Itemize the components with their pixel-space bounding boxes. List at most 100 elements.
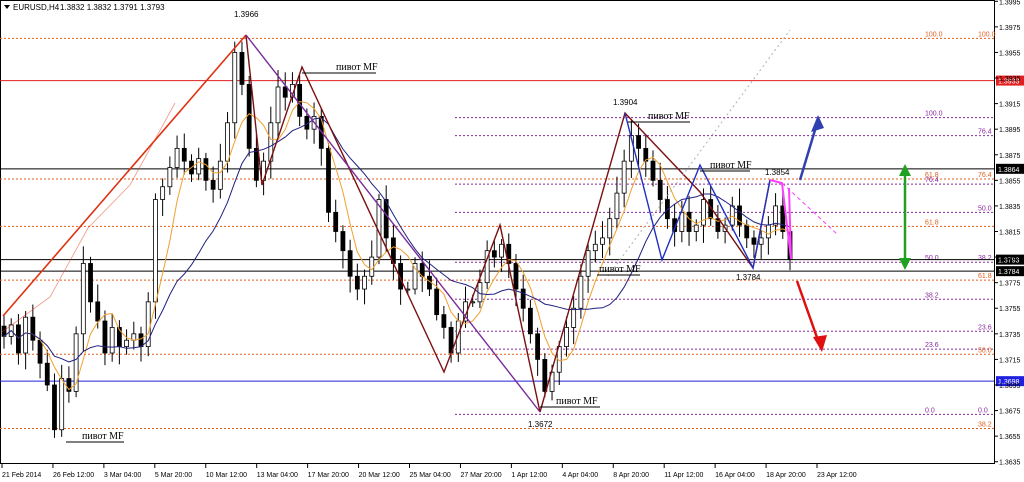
peak-label: 1.3966 bbox=[234, 10, 259, 19]
price-chart[interactable]: 100.0 100.0 100.0 76.4 61.8 76.4 76.4 50.0 61.8 5… bbox=[0, 0, 1024, 482]
x-tick-label: 20 Mar 12:00 bbox=[359, 472, 400, 479]
candle bbox=[246, 75, 252, 157]
fib-left-label: 76.4 bbox=[925, 177, 939, 184]
candle-body bbox=[607, 218, 613, 239]
y-tick-label: 1.3975 bbox=[999, 25, 1021, 32]
candle-body bbox=[30, 316, 36, 341]
fib-right-label: 76.4 bbox=[978, 129, 992, 136]
candle bbox=[326, 143, 331, 223]
candle-body bbox=[369, 256, 375, 277]
candle-body bbox=[326, 147, 331, 213]
fib-right-label: 38.2 bbox=[978, 421, 992, 428]
chart-header: EURUSD,H4 1.3832 1.3832 1.3791 1.3793 bbox=[4, 3, 165, 12]
candle-body bbox=[210, 179, 216, 190]
candle-body bbox=[275, 86, 281, 124]
candle-body bbox=[693, 224, 699, 232]
fib-right-label: 23.6 bbox=[978, 324, 992, 331]
candle-body bbox=[232, 52, 238, 124]
candle-body bbox=[657, 179, 663, 200]
x-tick-label: 1 Apr 12:00 bbox=[511, 472, 547, 479]
fib-right-label: 0.0 bbox=[978, 407, 988, 414]
x-tick-label: 11 Apr 12:00 bbox=[664, 472, 703, 479]
candle-body bbox=[621, 160, 627, 194]
candle-body bbox=[37, 339, 43, 364]
candle-body bbox=[44, 362, 50, 386]
fib-left-label: 100.0 bbox=[925, 111, 943, 118]
candle-body bbox=[765, 224, 771, 239]
chart-window[interactable]: 100.0 100.0 100.0 76.4 61.8 76.4 76.4 50.0 61.8 5… bbox=[0, 0, 1024, 482]
fib-right-label: 61.8 bbox=[978, 273, 992, 280]
y-tick-label: 1.3715 bbox=[999, 357, 1021, 364]
fib-left-label: 100.0 bbox=[925, 31, 943, 38]
candle-body bbox=[153, 199, 158, 303]
candle-body bbox=[362, 275, 367, 290]
candle-body bbox=[600, 237, 605, 245]
candle-body bbox=[167, 167, 173, 188]
y-tick-label: 1.3995 bbox=[999, 0, 1021, 6]
candle-body bbox=[196, 158, 202, 175]
candle-body bbox=[434, 288, 440, 316]
peak-label: 1.3854 bbox=[765, 168, 790, 177]
candle bbox=[145, 292, 151, 357]
candle-body bbox=[758, 237, 764, 245]
x-tick-label: 18 Apr 20:00 bbox=[766, 472, 806, 479]
candle-body bbox=[138, 333, 144, 348]
x-tick-label: 23 Apr 12:00 bbox=[817, 472, 857, 479]
fib-left-label: 0.0 bbox=[925, 407, 935, 414]
candle-body bbox=[203, 158, 209, 181]
fib-right-label: 50.0 bbox=[978, 205, 992, 212]
y-tick-label: 1.3935 bbox=[999, 76, 1021, 83]
candle-body bbox=[499, 243, 504, 258]
candle bbox=[73, 326, 79, 398]
candle-body bbox=[564, 327, 569, 348]
fib-left-label: 50.0 bbox=[925, 255, 939, 262]
pivot-label: пивот MF bbox=[336, 62, 378, 73]
candle-body bbox=[88, 263, 93, 303]
candle-body bbox=[340, 231, 346, 252]
candle-body bbox=[282, 86, 288, 98]
candle-body bbox=[578, 275, 584, 309]
fib-right-label: 100.0 bbox=[978, 31, 996, 38]
candle-body bbox=[23, 316, 29, 354]
candle-body bbox=[535, 333, 541, 360]
fib-right-label: 50.0 bbox=[978, 347, 992, 354]
candle-body bbox=[160, 186, 166, 200]
y-tick-label: 1.3675 bbox=[999, 409, 1021, 416]
price-marker-label: 1.3864 bbox=[998, 167, 1020, 174]
pivot-label: пивот MF bbox=[710, 160, 752, 171]
peak-label: 1.3904 bbox=[613, 98, 638, 107]
y-tick-label: 1.3695 bbox=[999, 383, 1021, 390]
x-tick-label: 4 Apr 04:00 bbox=[562, 472, 598, 479]
candle-body bbox=[354, 275, 360, 290]
candle-body bbox=[592, 243, 598, 252]
fib-right-label: 76.4 bbox=[978, 172, 992, 179]
candle-body bbox=[52, 384, 57, 431]
candle-body bbox=[686, 211, 692, 232]
candle-body bbox=[124, 339, 129, 348]
fib-right-label: 38.2 bbox=[978, 255, 992, 262]
y-tick-label: 1.3635 bbox=[999, 460, 1021, 467]
trough-label: 1.3784 bbox=[736, 273, 761, 282]
candle-body bbox=[80, 263, 86, 335]
y-tick-label: 1.3735 bbox=[999, 332, 1021, 339]
x-tick-label: 8 Apr 20:00 bbox=[613, 472, 649, 479]
pivot-label: пивот MF bbox=[648, 111, 690, 122]
candle-body bbox=[729, 205, 735, 226]
candle-body bbox=[650, 160, 656, 181]
y-tick-label: 1.3795 bbox=[999, 255, 1021, 262]
x-tick-label: 27 Mar 20:00 bbox=[460, 472, 501, 479]
candle-body bbox=[441, 314, 447, 328]
x-tick-label: 25 Mar 04:00 bbox=[410, 472, 451, 479]
ohlc-values: 1.3832 1.3832 1.3791 1.3793 bbox=[60, 3, 165, 12]
candle-body bbox=[513, 263, 519, 290]
candle-body bbox=[16, 324, 21, 354]
y-tick-label: 1.3915 bbox=[999, 102, 1021, 109]
candle-body bbox=[520, 288, 526, 309]
symbol-timeframe: EURUSD,H4 bbox=[13, 3, 60, 12]
y-tick-label: 1.3755 bbox=[999, 306, 1021, 313]
candle-body bbox=[297, 84, 303, 117]
candle-body bbox=[174, 147, 180, 168]
x-tick-label: 5 Mar 20:00 bbox=[155, 472, 192, 479]
x-tick-label: 21 Feb 2014 bbox=[2, 472, 41, 479]
fib-left-label: 61.8 bbox=[925, 219, 939, 226]
